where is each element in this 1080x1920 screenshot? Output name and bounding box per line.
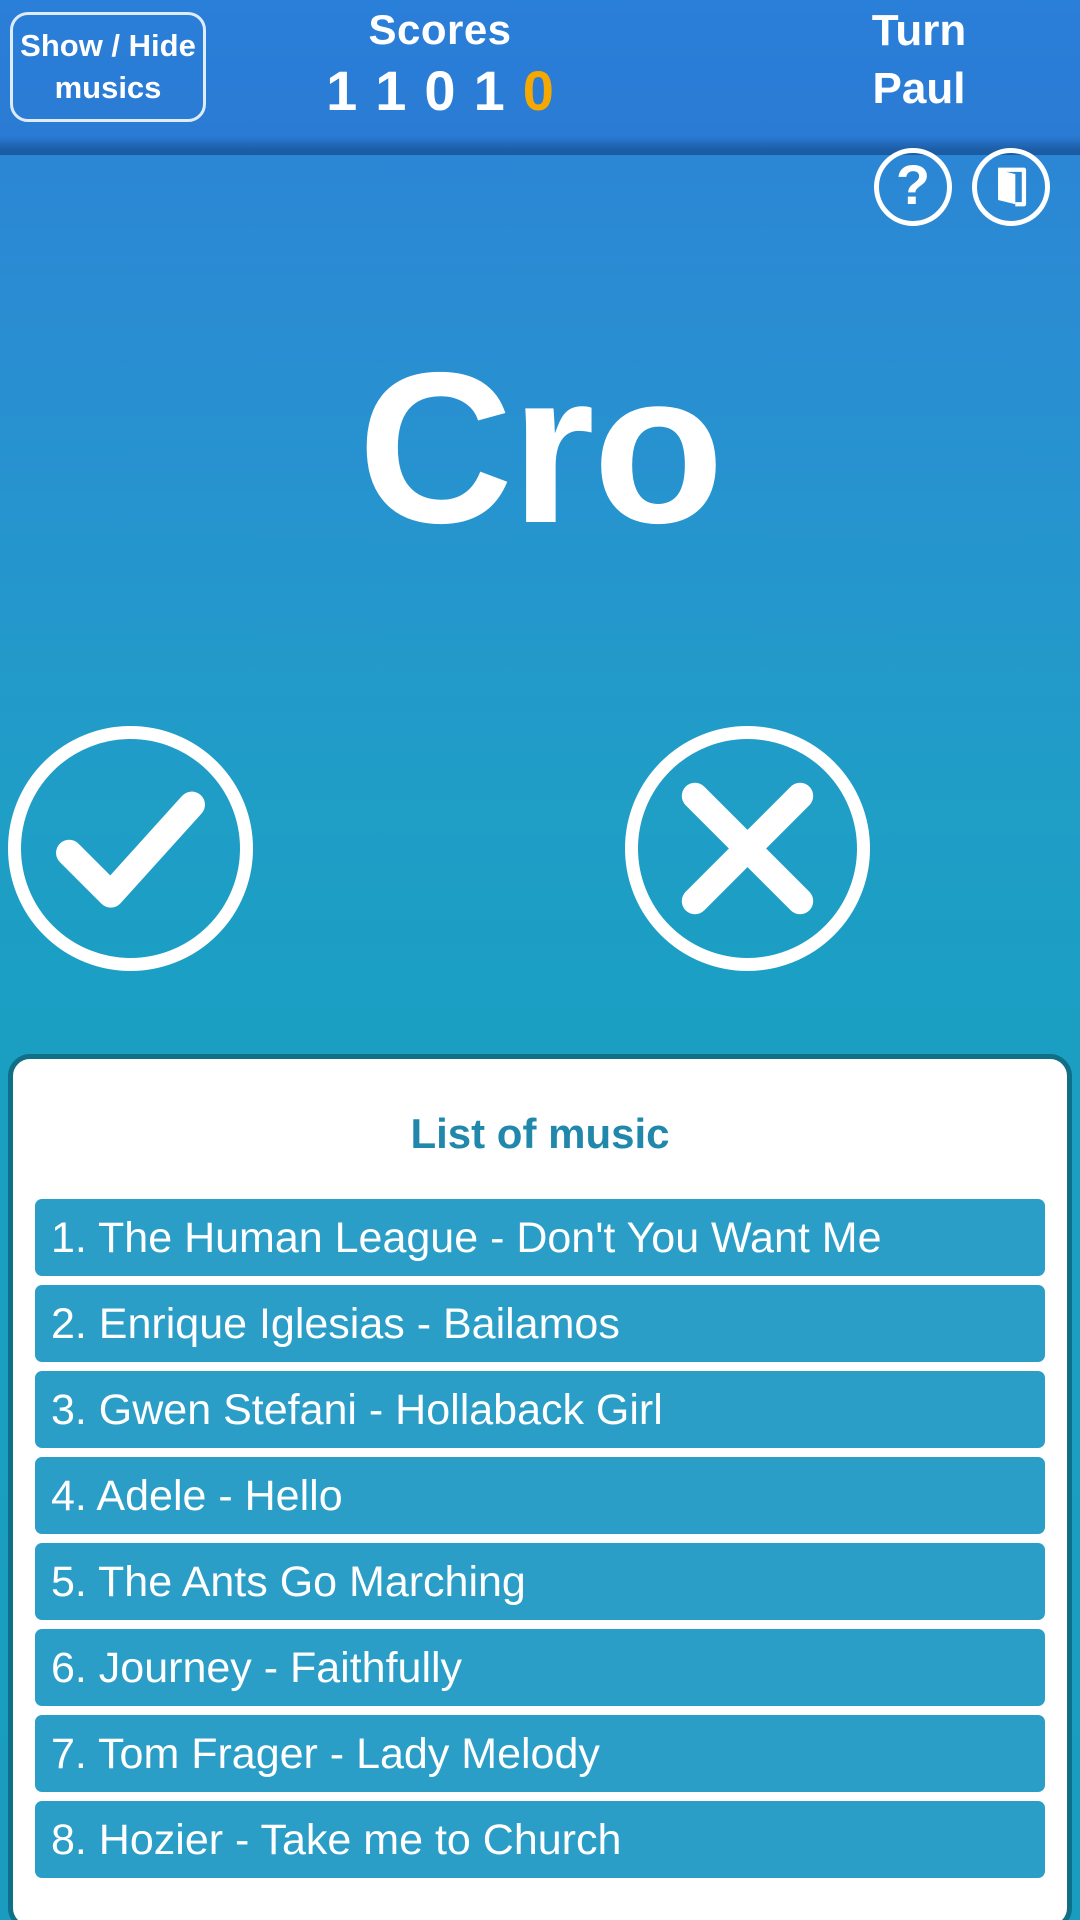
cross-icon — [681, 782, 814, 915]
score-digits: 1 1 0 1 0 — [290, 60, 590, 122]
current-word: Cro — [357, 327, 724, 568]
music-list-panel: List of music 1. The Human League - Don'… — [8, 1054, 1072, 1920]
help-icon-glyph: ? — [895, 153, 931, 216]
scores-label: Scores — [368, 6, 512, 53]
game-screen: Show / Hide musics Scores 1 1 0 1 0 Turn… — [0, 0, 1080, 1920]
round-icon-group: ? — [874, 148, 1050, 226]
music-list-title: List of music — [410, 1110, 670, 1157]
turn-player-name: Paul — [872, 64, 966, 113]
top-bar: Show / Hide musics Scores 1 1 0 1 0 Turn… — [0, 0, 1080, 155]
list-item[interactable]: 6. Journey - Faithfully — [35, 1629, 1045, 1706]
score-digit-4: 1 — [473, 59, 505, 122]
turn-block: Turn Paul — [784, 2, 1054, 118]
word-area: Cro — [0, 340, 1080, 555]
wrong-answer-button[interactable] — [625, 726, 870, 971]
list-item[interactable]: 7. Tom Frager - Lady Melody — [35, 1715, 1045, 1792]
list-item[interactable]: 3. Gwen Stefani - Hollaback Girl — [35, 1371, 1045, 1448]
correct-answer-button[interactable] — [8, 726, 253, 971]
scores-block: Scores 1 1 0 1 0 — [290, 4, 590, 122]
list-item[interactable]: 4. Adele - Hello — [35, 1457, 1045, 1534]
list-item[interactable]: 2. Enrique Iglesias - Bailamos — [35, 1285, 1045, 1362]
list-item[interactable]: 8. Hozier - Take me to Church — [35, 1801, 1045, 1878]
list-item[interactable]: 5. The Ants Go Marching — [35, 1543, 1045, 1620]
score-digit-3: 0 — [424, 59, 456, 122]
show-hide-musics-button[interactable]: Show / Hide musics — [10, 12, 206, 122]
score-digit-5-active: 0 — [522, 59, 554, 122]
check-icon — [56, 791, 205, 908]
exit-door-icon[interactable] — [972, 148, 1050, 226]
list-item[interactable]: 1. The Human League - Don't You Want Me — [35, 1199, 1045, 1276]
score-digit-1: 1 — [326, 59, 358, 122]
turn-label: Turn — [871, 6, 967, 55]
score-digit-2: 1 — [375, 59, 407, 122]
music-list: 1. The Human League - Don't You Want Me … — [35, 1199, 1045, 1878]
help-icon[interactable]: ? — [874, 148, 952, 226]
